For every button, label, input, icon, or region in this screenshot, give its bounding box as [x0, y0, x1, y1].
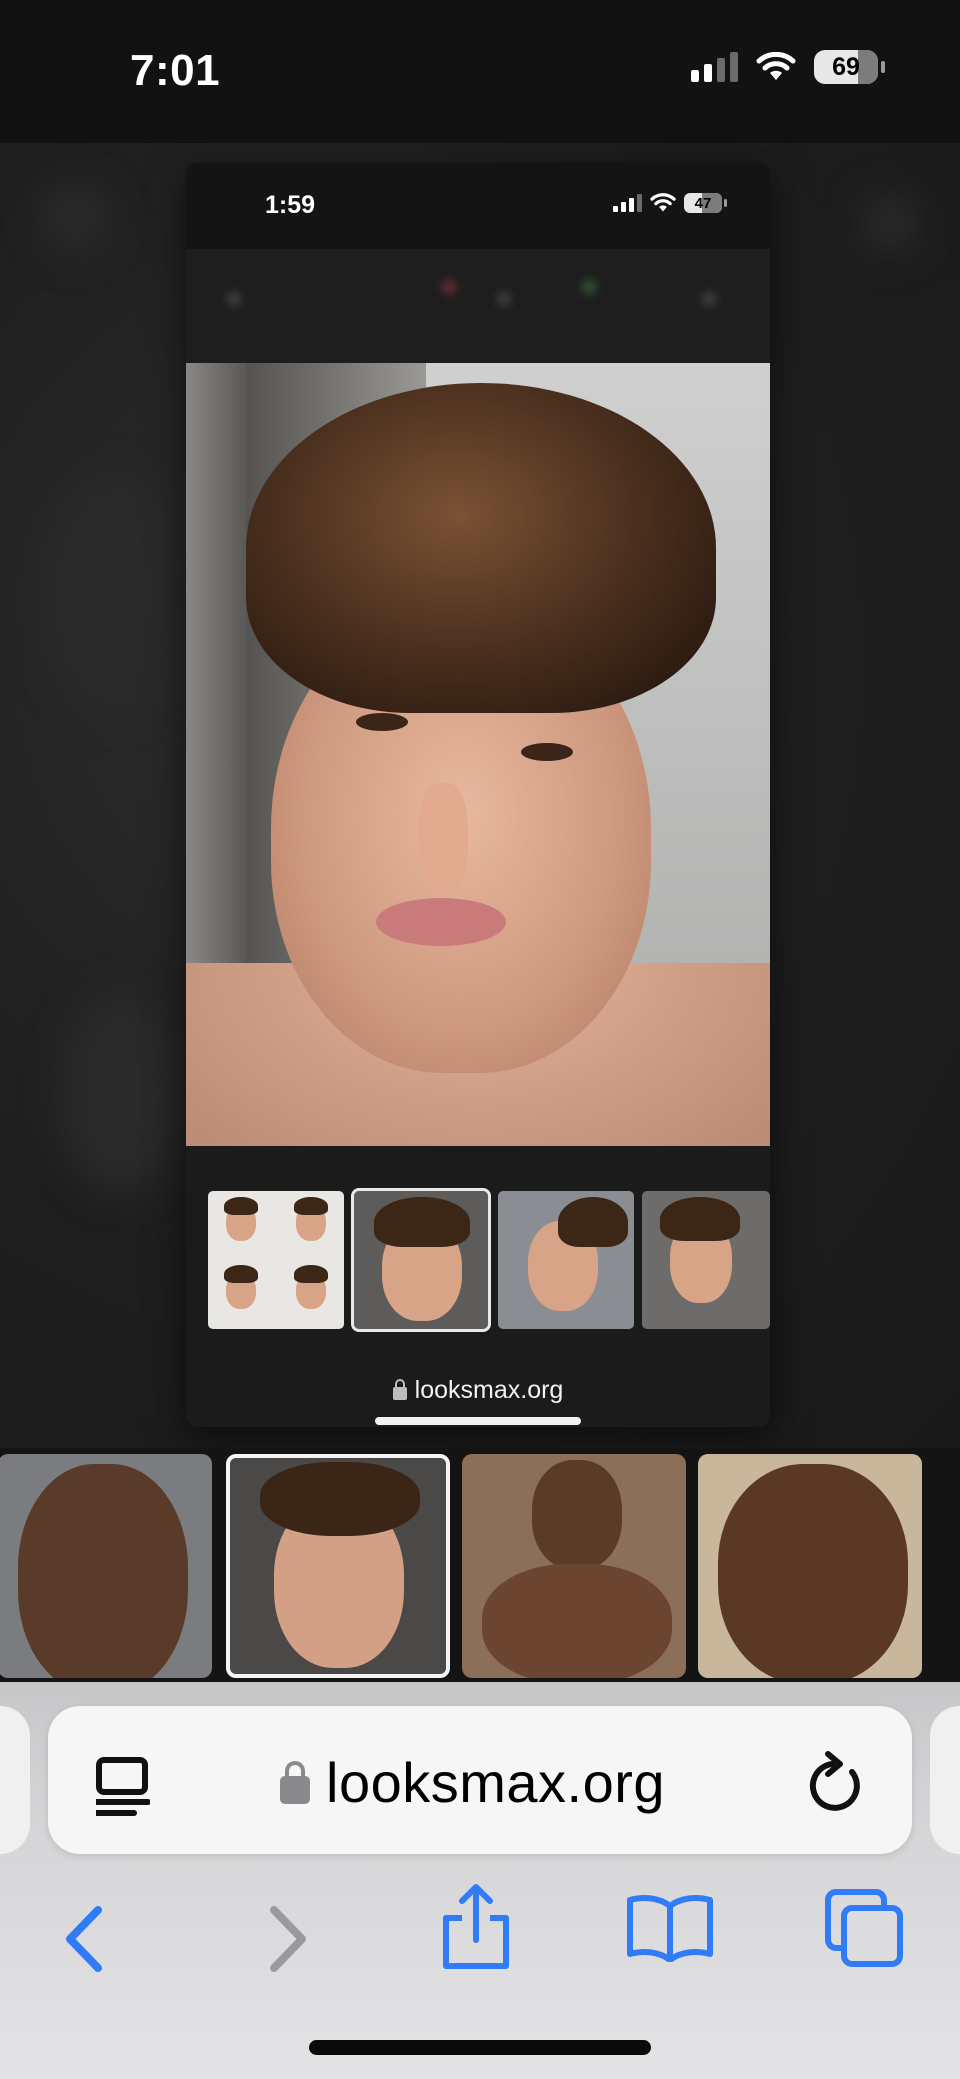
- carousel-item[interactable]: [462, 1454, 686, 1678]
- reader-mode-icon[interactable]: [96, 1756, 150, 1816]
- card-url-text: looksmax.org: [414, 1376, 564, 1404]
- browser-bottom-bar: looksmax.org: [0, 1682, 960, 2079]
- card-home-indicator: [375, 1417, 581, 1425]
- card-status-indicators: 47: [613, 193, 727, 213]
- card-battery-icon: 47: [684, 193, 727, 213]
- thumbnail-selected[interactable]: [351, 1188, 491, 1332]
- card-wifi-icon: [650, 193, 676, 212]
- address-bar[interactable]: looksmax.org: [48, 1706, 912, 1854]
- tabs-button[interactable]: [824, 1888, 904, 1968]
- home-indicator: [309, 2040, 651, 2055]
- card-lock-icon: [392, 1378, 407, 1400]
- card-status-time: 1:59: [265, 191, 316, 219]
- battery-icon: 69: [814, 50, 885, 84]
- cellular-signal-icon: [691, 52, 738, 82]
- share-button[interactable]: [440, 1882, 512, 1972]
- card-url-bar: looksmax.org: [186, 1366, 770, 1427]
- forward-button[interactable]: [262, 1904, 312, 1974]
- reload-icon[interactable]: [808, 1750, 868, 1814]
- browser-toolbar: [0, 1882, 960, 1982]
- previous-tab-pill[interactable]: [0, 1706, 30, 1854]
- card-battery-level: 47: [694, 194, 712, 212]
- card-signal-icon: [613, 194, 642, 212]
- lock-icon: [280, 1761, 310, 1804]
- status-bar: 7:01 69: [0, 0, 960, 143]
- screenshot-carousel: [0, 1448, 960, 1682]
- next-tab-pill[interactable]: [930, 1706, 960, 1854]
- wifi-icon: [756, 52, 796, 80]
- status-indicators: 69: [691, 50, 885, 84]
- back-button[interactable]: [60, 1904, 110, 1974]
- carousel-item[interactable]: [698, 1454, 922, 1678]
- card-status-bar: 1:59 47: [186, 163, 770, 249]
- status-time: 7:01: [130, 46, 221, 95]
- url-text[interactable]: looksmax.org: [326, 1750, 665, 1815]
- portrait-photo[interactable]: [186, 363, 770, 1146]
- thumbnail-4[interactable]: [642, 1191, 770, 1329]
- thumbnail-3[interactable]: [498, 1191, 634, 1329]
- carousel-item[interactable]: [0, 1454, 212, 1678]
- carousel-item-selected[interactable]: [226, 1454, 450, 1678]
- thumbnail-collage[interactable]: [208, 1191, 344, 1329]
- photo-thumbnail-strip: [186, 1146, 770, 1366]
- screenshot-preview-card[interactable]: 1:59 47 looksmax.org: [186, 163, 770, 1427]
- battery-level: 69: [832, 52, 860, 81]
- bookmarks-button[interactable]: [626, 1892, 714, 1962]
- card-blurred-nav: [186, 249, 770, 363]
